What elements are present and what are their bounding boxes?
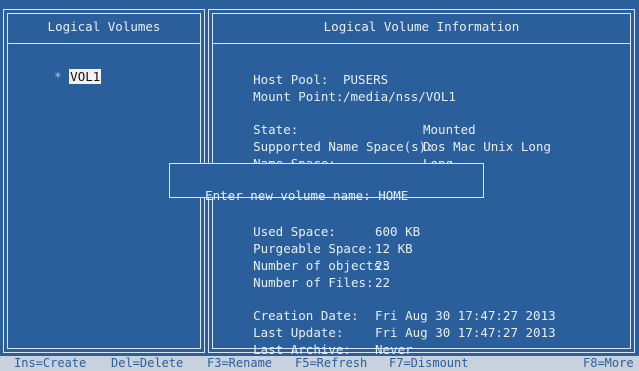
- info-panel-divider: [212, 43, 631, 44]
- number-of-files-value: 22: [375, 275, 391, 290]
- supported-name-spaces-value: Dos Mac Unix Long: [423, 139, 551, 154]
- rename-dialog-content: Enter new volume name: HOME: [175, 173, 408, 218]
- mount-point-value: /media/nss/VOL1: [343, 89, 456, 104]
- used-space-value: 600 KB: [375, 224, 421, 239]
- function-key-bar: Ins=Create Del=Delete F3=Rename F5=Refre…: [0, 356, 639, 371]
- rename-dialog-prompt: Enter new volume name:: [205, 188, 371, 203]
- mount-point-label: Mount Point:: [253, 89, 344, 104]
- fkey-create[interactable]: Ins=Create: [14, 356, 86, 371]
- volume-selected-marker: *: [54, 69, 62, 84]
- last-update-value: Fri Aug 30 17:47:27 2013: [375, 325, 556, 340]
- nss-volume-screen: Logical Volumes * VOL1 Logical Volume In…: [0, 0, 639, 371]
- fkey-delete[interactable]: Del=Delete: [111, 356, 183, 371]
- fkey-refresh[interactable]: F5=Refresh: [295, 356, 367, 371]
- volumes-panel-title: Logical Volumes: [47, 19, 161, 34]
- host-pool-value: PUSERS: [343, 72, 389, 87]
- fkey-more[interactable]: F8=More: [583, 356, 634, 371]
- fkey-rename[interactable]: F3=Rename: [207, 356, 272, 371]
- volume-list-item[interactable]: * VOL1: [24, 54, 102, 99]
- info-panel-title: Logical Volume Information: [323, 19, 520, 34]
- fkey-dismount[interactable]: F7=Dismount: [389, 356, 468, 371]
- volumes-panel-divider: [7, 43, 201, 44]
- number-of-objects-value: 23: [375, 258, 391, 273]
- last-archive-label: Last Archive:: [253, 342, 351, 357]
- volume-name-input[interactable]: HOME: [378, 188, 408, 203]
- creation-date-value: Fri Aug 30 17:47:27 2013: [375, 308, 556, 323]
- number-of-files-label: Number of Files:: [253, 275, 374, 290]
- volume-name[interactable]: VOL1: [69, 69, 102, 84]
